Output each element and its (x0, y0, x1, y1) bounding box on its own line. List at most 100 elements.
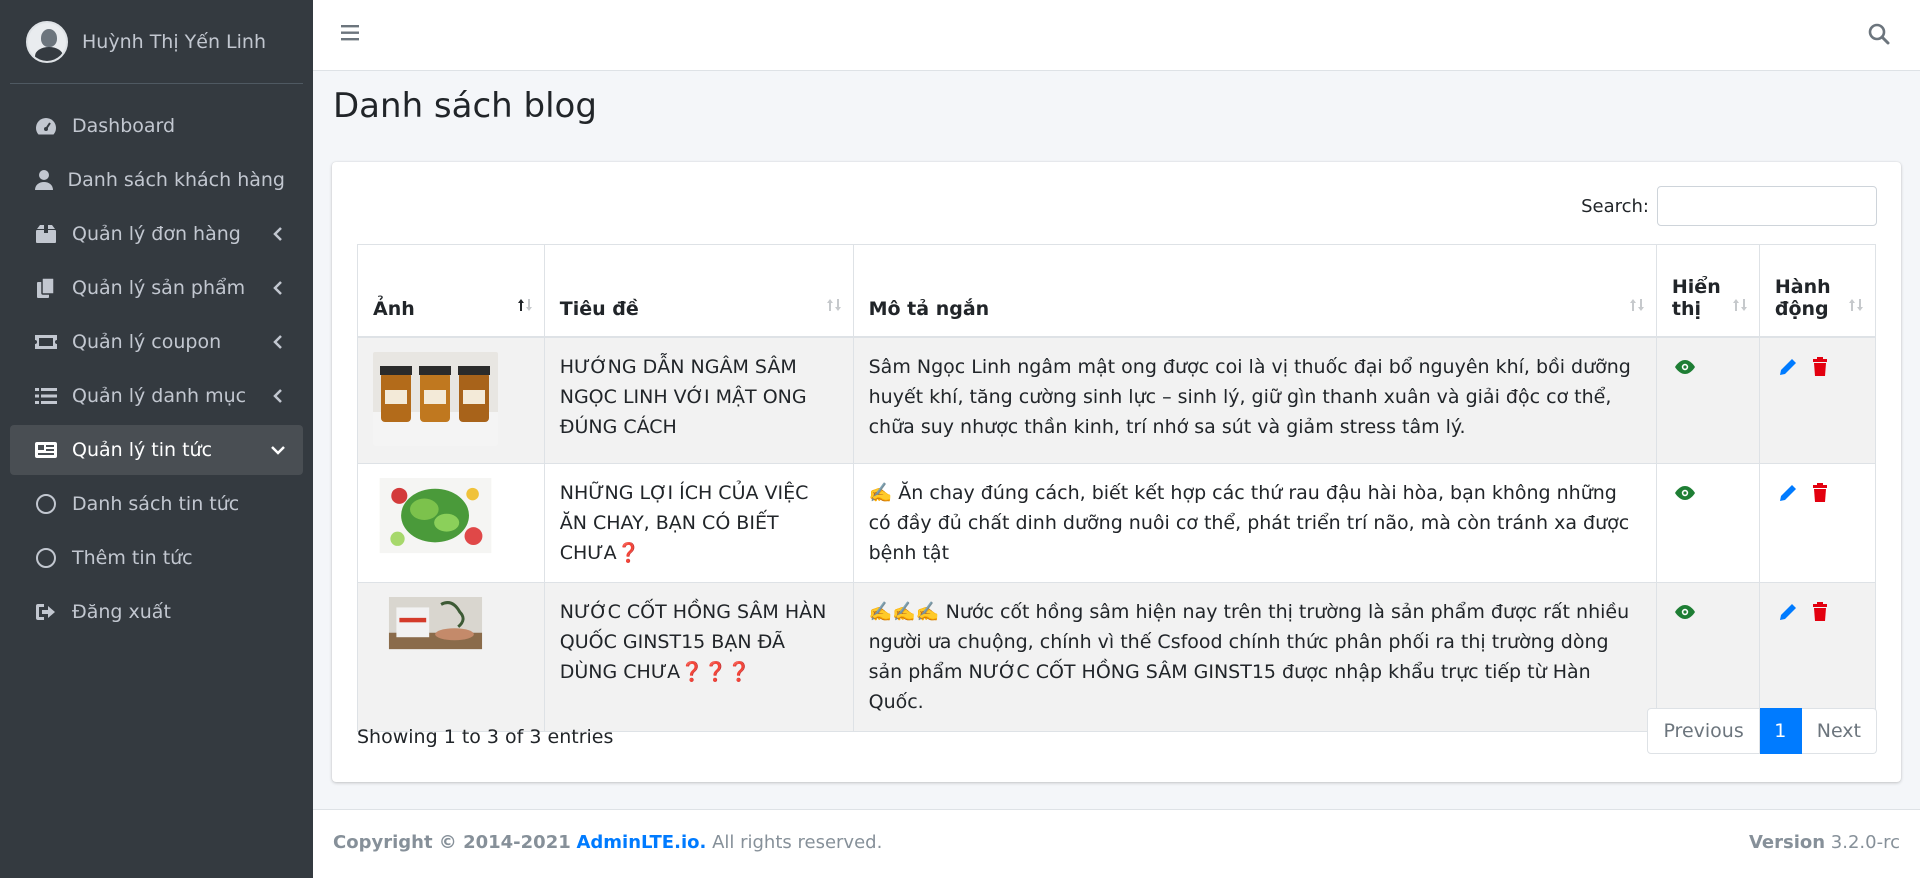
sidebar-item-label: Danh sách tin tức (72, 493, 240, 515)
chevron-left-icon (271, 335, 285, 349)
column-header-label: Mô tả ngắn (868, 297, 990, 320)
table-search: Search: (1581, 186, 1877, 226)
actions-cell (1758, 463, 1877, 583)
column-header-description[interactable]: Mô tả ngắn (852, 244, 1657, 338)
sidebar-item-news-list[interactable]: Danh sách tin tức (10, 479, 303, 529)
sort-icon (1731, 296, 1749, 312)
visible-cell (1655, 336, 1760, 464)
newspaper-icon (34, 438, 58, 462)
sidebar-item-orders[interactable]: Quản lý đơn hàng (10, 209, 303, 259)
sidebar-item-categories[interactable]: Quản lý danh mục (10, 371, 303, 421)
delete-trash-icon[interactable] (1807, 480, 1833, 506)
table-header-row: Ảnh Tiêu đề Mô tả ngắn Hiển thị Hành độn… (357, 244, 1877, 338)
box-icon (34, 222, 58, 246)
column-header-label: Hiển thị (1671, 275, 1721, 320)
title-cell: HƯỚNG DẪN NGÂM SÂM NGỌC LINH VỚI MẬT ONG… (543, 336, 854, 464)
column-header-actions[interactable]: Hành động (1758, 244, 1877, 338)
blog-thumbnail-honey-ginseng (373, 351, 498, 446)
pagination: Previous 1 Next (1647, 708, 1877, 754)
footer-copyright: Copyright © 2014-2021 AdminLTE.io. All r… (333, 832, 882, 853)
sidebar-item-label: Quản lý coupon (72, 331, 222, 353)
sort-icon (1628, 296, 1646, 312)
sign-out-icon (34, 600, 58, 624)
search-input[interactable] (1657, 186, 1877, 226)
copyright-text: Copyright © 2014-2021 (333, 832, 571, 853)
search-icon[interactable] (1868, 23, 1892, 47)
circle-icon (34, 546, 58, 570)
footer-version: Version 3.2.0-rc (1749, 832, 1900, 853)
sidebar-item-customers[interactable]: Danh sách khách hàng (10, 155, 303, 205)
user-panel[interactable]: Huỳnh Thị Yến Linh (10, 0, 303, 84)
column-header-label: Ảnh (373, 297, 415, 320)
chevron-left-icon (271, 389, 285, 403)
avatar (26, 20, 68, 63)
sidebar-item-label: Quản lý danh mục (72, 385, 247, 407)
sort-asc-icon (516, 296, 534, 312)
circle-icon (34, 492, 58, 516)
table-row: HƯỚNG DẪN NGÂM SÂM NGỌC LINH VỚI MẬT ONG… (357, 336, 1877, 464)
sidebar: Huỳnh Thị Yến Linh Dashboard Danh sách k… (0, 0, 313, 878)
page-1-button[interactable]: 1 (1759, 708, 1802, 754)
table-row: NHỮNG LỢI ÍCH CỦA VIỆC ĂN CHAY, BẠN CÓ B… (357, 463, 1877, 583)
sidebar-item-dashboard[interactable]: Dashboard (10, 101, 303, 151)
eye-icon[interactable] (1672, 354, 1698, 380)
copy-icon (34, 276, 58, 300)
hamburger-menu-icon[interactable] (341, 24, 363, 44)
column-header-image[interactable]: Ảnh (357, 244, 545, 338)
sidebar-nav: Dashboard Danh sách khách hàng Quản lý đ… (0, 101, 313, 637)
eye-icon[interactable] (1672, 480, 1698, 506)
column-header-label: Tiêu đề (559, 297, 639, 320)
edit-pencil-icon[interactable] (1775, 599, 1801, 625)
chevron-down-icon (271, 443, 285, 457)
edit-pencil-icon[interactable] (1775, 354, 1801, 380)
delete-trash-icon[interactable] (1807, 599, 1833, 625)
sidebar-item-label: Thêm tin tức (72, 547, 193, 569)
blog-thumbnail-red-ginseng (388, 597, 483, 650)
adminlte-link[interactable]: AdminLTE.io. (576, 832, 706, 853)
title-cell: NƯỚC CỐT HỒNG SÂM HÀN QUỐC GINST15 BẠN Đ… (543, 582, 854, 732)
user-name: Huỳnh Thị Yến Linh (82, 30, 266, 53)
sidebar-item-add-news[interactable]: Thêm tin tức (10, 533, 303, 583)
chevron-left-icon (271, 281, 285, 295)
version-label: Version (1748, 832, 1826, 853)
delete-trash-icon[interactable] (1807, 354, 1833, 380)
blog-thumbnail-vegetarian (379, 478, 492, 554)
sidebar-item-label: Dashboard (72, 115, 176, 137)
sidebar-item-label: Quản lý đơn hàng (72, 223, 241, 245)
footer: Copyright © 2014-2021 AdminLTE.io. All r… (313, 809, 1920, 878)
sidebar-item-label: Quản lý sản phẩm (72, 277, 246, 299)
rights-text: All rights reserved. (712, 832, 883, 853)
sidebar-item-label: Danh sách khách hàng (67, 169, 285, 191)
top-navbar (313, 0, 1920, 71)
sort-icon (1847, 296, 1865, 312)
chevron-left-icon (271, 227, 285, 241)
ticket-icon (34, 330, 58, 354)
column-header-visible[interactable]: Hiển thị (1655, 244, 1760, 338)
blog-table: Ảnh Tiêu đề Mô tả ngắn Hiển thị Hành độn… (357, 244, 1877, 732)
edit-pencil-icon[interactable] (1775, 480, 1801, 506)
sidebar-item-logout[interactable]: Đăng xuất (10, 587, 303, 637)
description-cell: Sâm Ngọc Linh ngâm mật ong được coi là v… (852, 336, 1657, 464)
entries-info: Showing 1 to 3 of 3 entries (357, 726, 614, 748)
list-icon (34, 384, 58, 408)
sidebar-item-label: Đăng xuất (72, 601, 171, 623)
page-title: Danh sách blog (333, 86, 597, 126)
visible-cell (1655, 463, 1760, 583)
image-cell (357, 336, 545, 464)
eye-icon[interactable] (1672, 599, 1698, 625)
version-number: 3.2.0-rc (1830, 832, 1900, 853)
previous-page-button[interactable]: Previous (1647, 708, 1760, 754)
title-cell: NHỮNG LỢI ÍCH CỦA VIỆC ĂN CHAY, BẠN CÓ B… (543, 463, 854, 583)
next-page-button[interactable]: Next (1801, 708, 1877, 754)
image-cell (357, 463, 545, 583)
sidebar-item-label: Quản lý tin tức (72, 439, 213, 461)
sidebar-item-news[interactable]: Quản lý tin tức (10, 425, 303, 475)
tachometer-icon (34, 114, 58, 138)
sidebar-item-coupon[interactable]: Quản lý coupon (10, 317, 303, 367)
column-header-title[interactable]: Tiêu đề (543, 244, 854, 338)
sidebar-item-products[interactable]: Quản lý sản phẩm (10, 263, 303, 313)
search-label: Search: (1581, 195, 1649, 217)
actions-cell (1758, 336, 1877, 464)
description-cell: ✍️ Ăn chay đúng cách, biết kết hợp các t… (852, 463, 1657, 583)
user-icon (34, 168, 54, 192)
